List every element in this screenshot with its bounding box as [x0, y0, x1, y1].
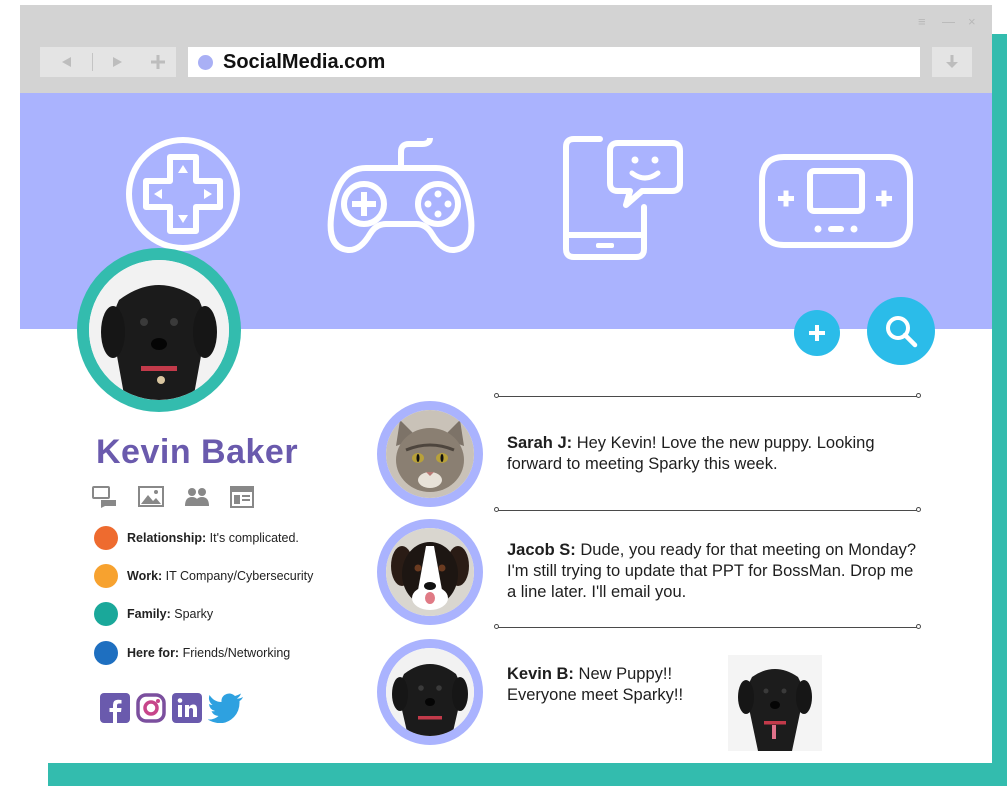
puppy-photo: [89, 260, 229, 400]
download-button[interactable]: [932, 47, 972, 77]
nav-buttons: [40, 47, 144, 77]
back-arrow-icon: [62, 57, 71, 67]
message-jacob: Jacob S: Dude, you ready for that meetin…: [507, 540, 927, 603]
site-icon: [198, 55, 213, 70]
minimize-icon[interactable]: —: [942, 15, 955, 29]
plus-icon: [809, 325, 825, 341]
back-button[interactable]: [40, 47, 92, 77]
info-value: Sparky: [170, 607, 214, 621]
message-author: Sarah J:: [507, 434, 573, 452]
info-family: Family: Sparky: [94, 602, 213, 626]
phone-chat-icon[interactable]: [560, 133, 690, 263]
message-author: Kevin B:: [507, 665, 574, 683]
info-label: Relationship:: [127, 531, 207, 545]
twitter-icon[interactable]: [208, 693, 244, 723]
new-tab-button[interactable]: [140, 47, 176, 77]
info-here-for: Here for: Friends/Networking: [94, 641, 290, 665]
info-label: Family:: [127, 607, 171, 621]
forward-button[interactable]: [92, 47, 144, 77]
profile-tabs: [92, 486, 254, 508]
puppy-photo: [386, 648, 474, 736]
feed-divider: [494, 624, 921, 629]
friends-icon[interactable]: [184, 486, 210, 508]
dpad-icon[interactable]: [124, 135, 242, 253]
message-sarah: Sarah J: Hey Kevin! Love the new puppy. …: [507, 433, 927, 475]
gamepad-icon[interactable]: [326, 138, 476, 258]
info-label: Work:: [127, 569, 163, 583]
info-label: Here for:: [127, 646, 180, 660]
newsfeed-icon[interactable]: [230, 486, 254, 508]
search-icon: [886, 316, 918, 348]
address-bar[interactable]: SocialMedia.com: [188, 47, 920, 77]
info-value: Friends/Networking: [179, 646, 291, 660]
social-links: [100, 693, 244, 723]
cat-avatar[interactable]: [377, 401, 483, 507]
add-button[interactable]: [794, 310, 840, 356]
menu-icon[interactable]: ≡: [918, 15, 926, 29]
chat-icon[interactable]: [92, 486, 118, 508]
linkedin-icon[interactable]: [172, 693, 202, 723]
info-value: IT Company/Cybersecurity: [162, 569, 314, 583]
message-author: Jacob S:: [507, 541, 576, 559]
browser-toolbar: ≡ — × SocialMedia.com: [20, 5, 992, 93]
profile-name: Kevin Baker: [96, 433, 299, 471]
post-photo-sparky[interactable]: [728, 655, 822, 751]
plus-icon: [151, 55, 165, 69]
feed-divider: [494, 507, 921, 512]
sparky-photo: [728, 655, 822, 751]
cat-photo: [386, 410, 474, 498]
dog-photo: [386, 528, 474, 616]
relationship-dot-icon: [94, 526, 118, 550]
info-work: Work: IT Company/Cybersecurity: [94, 564, 313, 588]
family-dot-icon: [94, 602, 118, 626]
info-relationship: Relationship: It's complicated.: [94, 526, 299, 550]
facebook-icon[interactable]: [100, 693, 130, 723]
download-icon: [946, 55, 958, 68]
message-kevin: Kevin B: New Puppy!! Everyone meet Spark…: [507, 664, 727, 706]
puppy-avatar[interactable]: [377, 639, 483, 745]
photos-icon[interactable]: [138, 486, 164, 508]
forward-arrow-icon: [113, 57, 122, 67]
close-icon[interactable]: ×: [968, 15, 976, 29]
browser-window: ≡ — × SocialMedia.com Kevin Baker Relati…: [20, 5, 992, 763]
profile-avatar[interactable]: [77, 248, 241, 412]
work-dot-icon: [94, 564, 118, 588]
feed-divider: [494, 393, 921, 398]
dog-avatar[interactable]: [377, 519, 483, 625]
info-value: It's complicated.: [206, 531, 299, 545]
here-for-dot-icon: [94, 641, 118, 665]
search-button[interactable]: [867, 297, 935, 365]
handheld-console-icon[interactable]: [756, 151, 916, 251]
instagram-icon[interactable]: [136, 693, 166, 723]
url-text: SocialMedia.com: [223, 51, 386, 73]
